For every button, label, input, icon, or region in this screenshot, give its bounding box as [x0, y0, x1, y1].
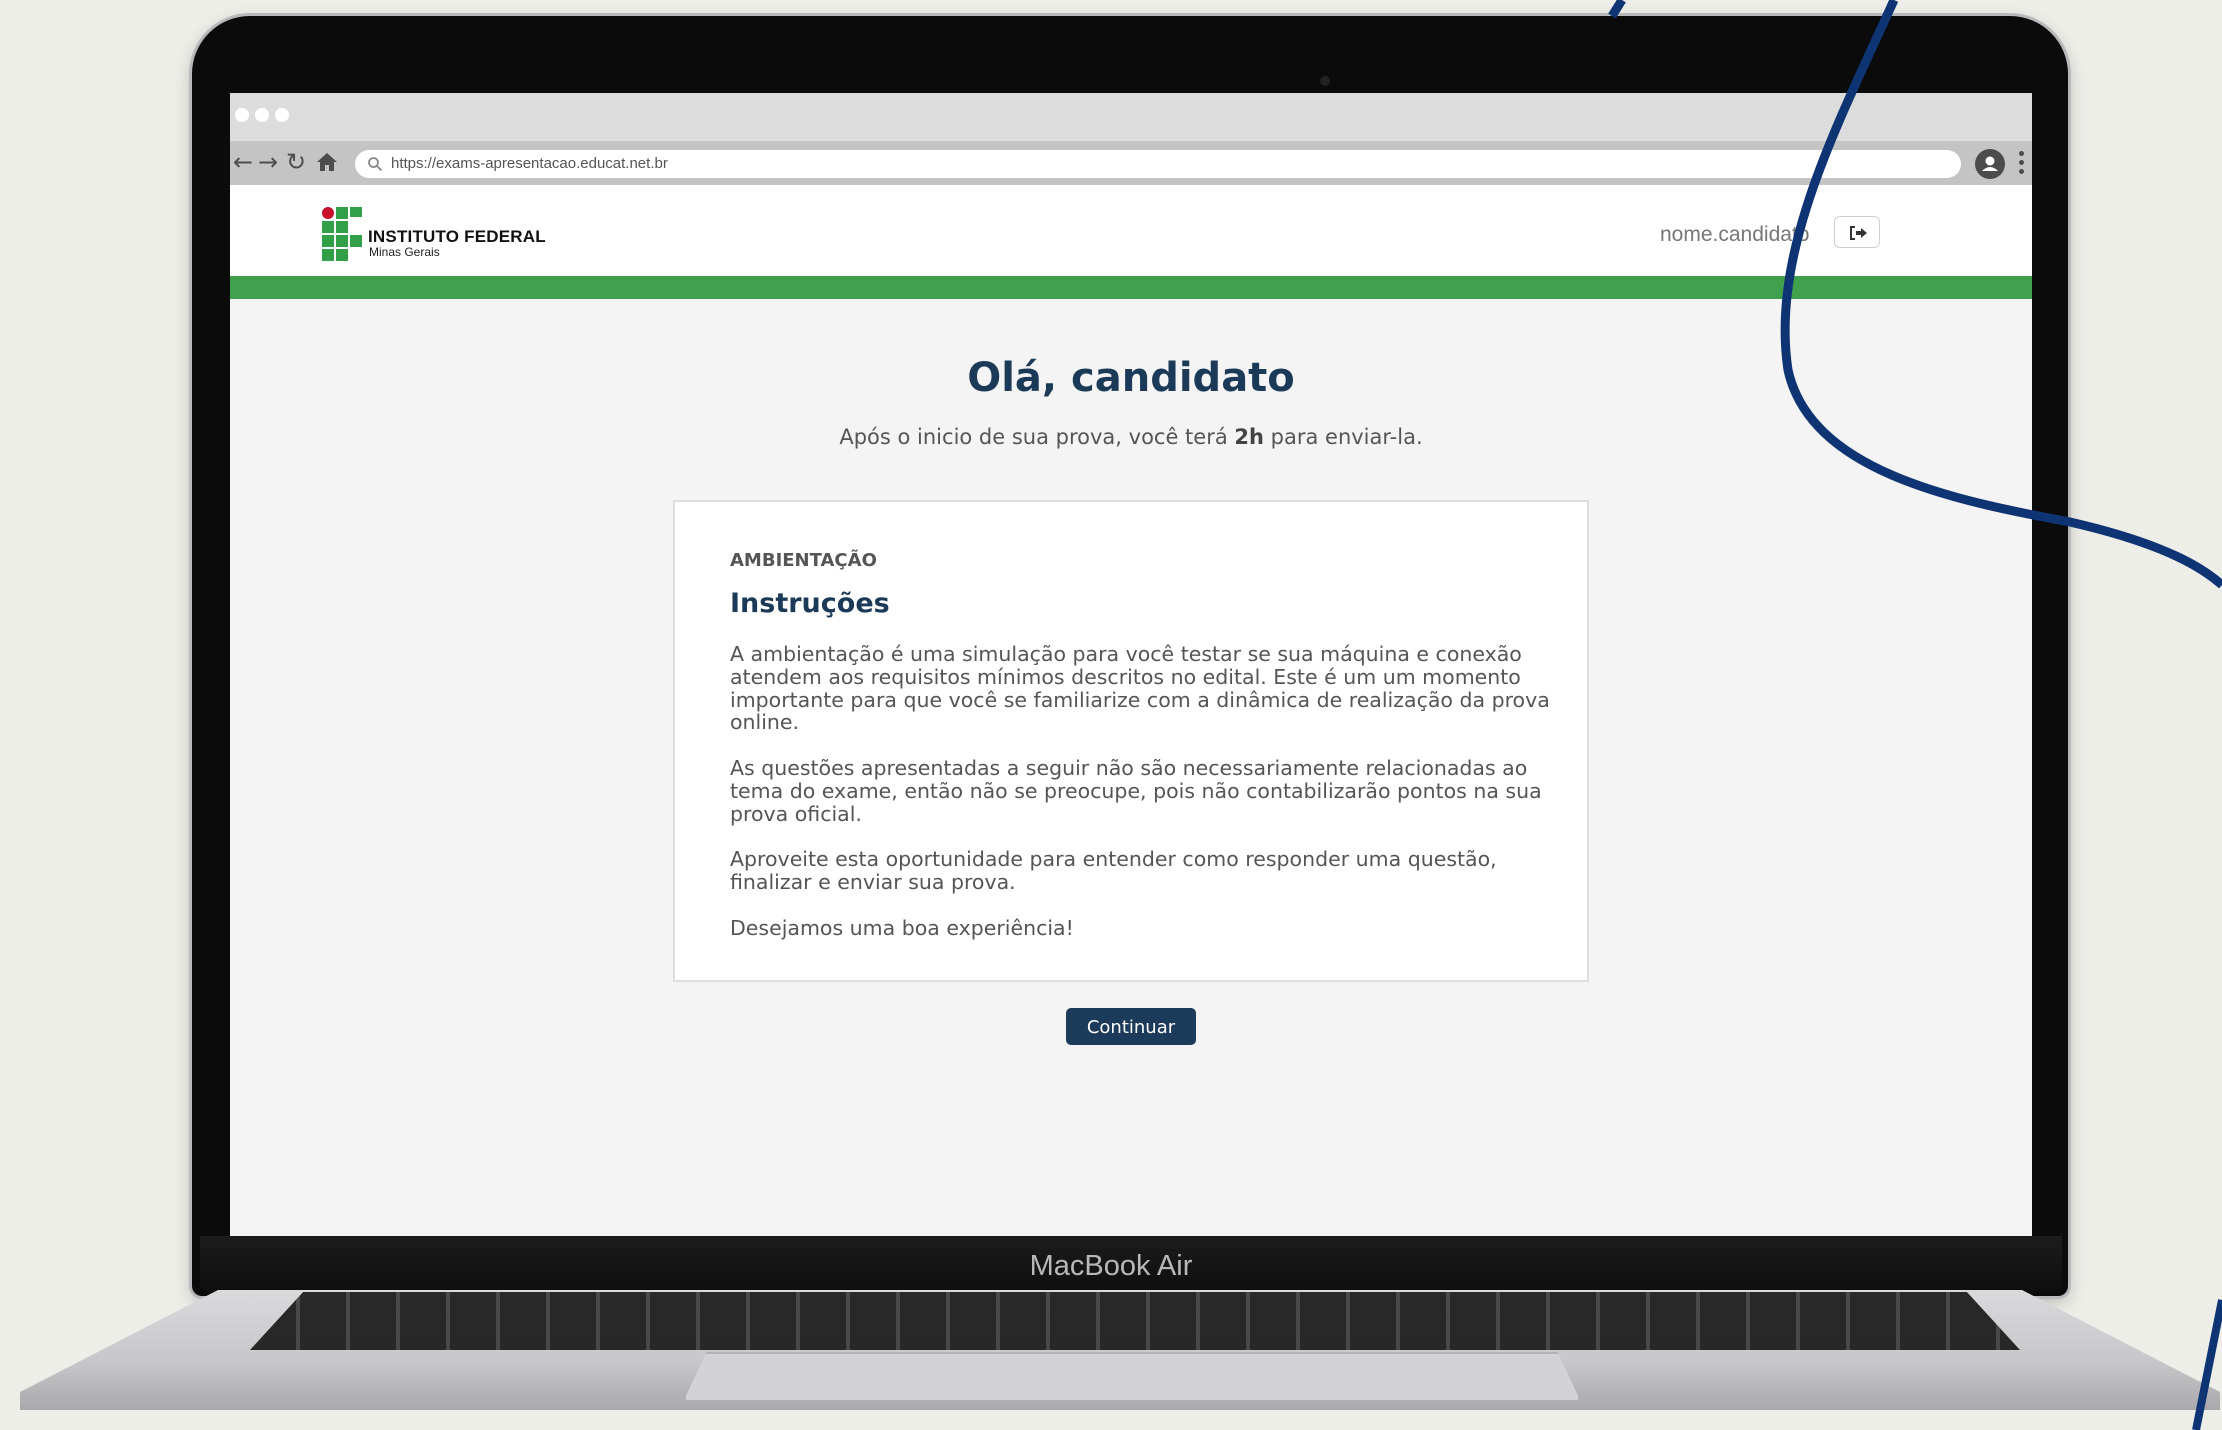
- instruction-paragraph: A ambientação é uma simulação para você …: [730, 642, 1550, 735]
- window-dot-icon[interactable]: [255, 108, 269, 122]
- forward-icon[interactable]: →: [258, 147, 278, 177]
- keyboard: [250, 1292, 2020, 1350]
- card-body: A ambientação é uma simulação para você …: [730, 643, 1550, 962]
- page-subtitle: Após o inicio de sua prova, você terá 2h…: [839, 425, 1423, 449]
- window-dot-icon[interactable]: [275, 108, 289, 122]
- duration-value: 2h: [1234, 425, 1264, 449]
- instructions-card: AMBIENTAÇÃO Instruções A ambientação é u…: [673, 500, 1589, 982]
- continue-button[interactable]: Continuar: [1066, 1008, 1196, 1045]
- site-header: INSTITUTO FEDERAL Minas Gerais nome.cand…: [230, 185, 2032, 276]
- back-icon[interactable]: ←: [233, 147, 253, 177]
- browser-toolbar: ← → ↻ https://exams-apresentacao.educat.…: [230, 141, 2032, 185]
- logout-icon: [1850, 226, 1867, 240]
- instruction-paragraph: Aproveite esta oportunidade para entende…: [730, 847, 1497, 894]
- profile-icon[interactable]: [1975, 149, 2005, 179]
- search-icon: [368, 157, 383, 172]
- if-logo-icon: [322, 207, 362, 263]
- page-title: Olá, candidato: [967, 355, 1295, 401]
- card-label: AMBIENTAÇÃO: [730, 550, 877, 571]
- window-dot-icon[interactable]: [235, 108, 249, 122]
- instruction-paragraph: Desejamos uma boa experiência!: [730, 915, 1074, 940]
- card-title: Instruções: [730, 588, 890, 619]
- username-label: nome.candidato: [1660, 223, 1810, 246]
- camera-icon: [1320, 76, 1330, 86]
- trackpad: [684, 1352, 1580, 1400]
- home-icon[interactable]: [316, 149, 338, 179]
- window-titlebar: [230, 93, 2032, 141]
- kebab-menu-icon[interactable]: [2019, 151, 2025, 177]
- address-bar[interactable]: https://exams-apresentacao.educat.net.br: [355, 150, 1961, 178]
- browser-window: ← → ↻ https://exams-apresentacao.educat.…: [230, 93, 2032, 1236]
- brand-stripe: [230, 276, 2032, 299]
- logo-title: INSTITUTO FEDERAL: [368, 227, 546, 246]
- logout-button[interactable]: [1834, 216, 1880, 248]
- reload-icon[interactable]: ↻: [286, 147, 306, 177]
- logo-subtitle: Minas Gerais: [369, 245, 440, 259]
- device-label: MacBook Air: [1029, 1250, 1193, 1282]
- instruction-paragraph: As questões apresentadas a seguir não sã…: [730, 755, 1542, 826]
- url-text[interactable]: https://exams-apresentacao.educat.net.br: [391, 155, 668, 172]
